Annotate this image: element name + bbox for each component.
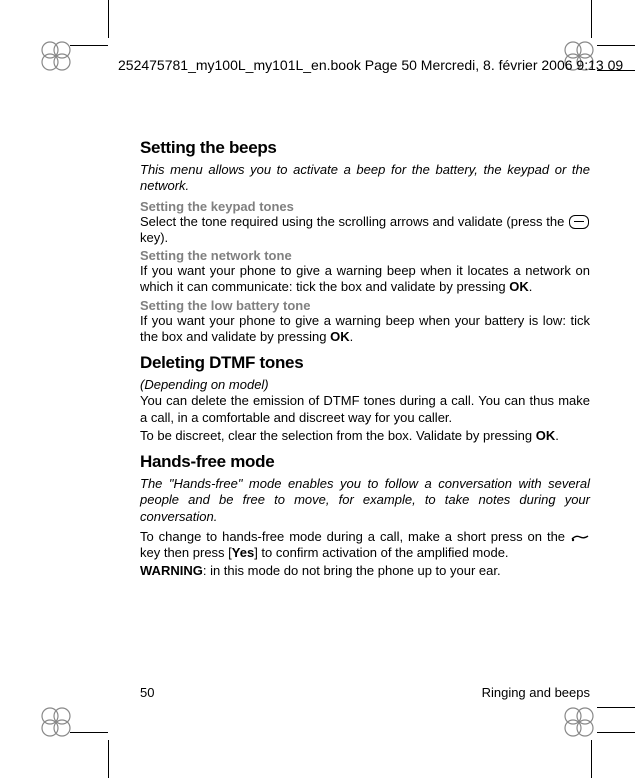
section-title-beeps: Setting the beeps (140, 138, 590, 158)
subhead-low-battery-tone: Setting the low battery tone (140, 298, 590, 313)
ok-label: OK (536, 428, 556, 443)
registration-mark-icon (40, 706, 72, 738)
dtmf-depend: (Depending on model) (140, 377, 590, 393)
page-footer: 50 Ringing and beeps (140, 685, 590, 700)
crop-mark (108, 740, 109, 778)
ok-label: OK (509, 279, 529, 294)
section-title-handsfree: Hands-free mode (140, 452, 590, 472)
section-title-dtmf: Deleting DTMF tones (140, 353, 590, 373)
text: ] to confirm activation of the amplified… (254, 545, 508, 560)
crop-mark (597, 732, 635, 733)
handsfree-intro: The "Hands-free" mode enables you to fol… (140, 476, 590, 525)
handsfree-warning: WARNING: in this mode do not bring the p… (140, 563, 590, 579)
crop-mark (70, 45, 108, 46)
page-content: Setting the beeps This menu allows you t… (140, 130, 590, 700)
ok-key-icon (569, 215, 589, 229)
crop-mark (597, 707, 635, 708)
text: key). (140, 230, 168, 245)
crop-mark (591, 0, 592, 38)
chapter-name: Ringing and beeps (482, 685, 590, 700)
crop-mark (70, 732, 108, 733)
call-key-icon (571, 532, 589, 542)
dtmf-body-1: You can delete the emission of DTMF tone… (140, 393, 590, 426)
registration-mark-icon (563, 706, 595, 738)
text: . (529, 279, 533, 294)
crop-mark (108, 0, 109, 38)
text: : in this mode do not bring the phone up… (203, 563, 501, 578)
text: To be discreet, clear the selection from… (140, 428, 536, 443)
subhead-keypad-tones: Setting the keypad tones (140, 199, 590, 214)
text: . (555, 428, 559, 443)
text: key then press [ (140, 545, 232, 560)
handsfree-body: To change to hands-free mode during a ca… (140, 529, 590, 562)
keypad-tones-body: Select the tone required using the scrol… (140, 214, 590, 247)
yes-label: Yes (232, 545, 254, 560)
text: . (350, 329, 354, 344)
warning-label: WARNING (140, 563, 203, 578)
text: If you want your phone to give a warning… (140, 313, 590, 344)
dtmf-body-2: To be discreet, clear the selection from… (140, 428, 590, 444)
text: Select the tone required using the scrol… (140, 214, 568, 229)
text: To change to hands-free mode during a ca… (140, 529, 570, 544)
crop-mark (597, 45, 635, 46)
registration-mark-icon (40, 40, 72, 72)
header-text: 252475781_my100L_my101L_en.book Page 50 … (118, 57, 623, 73)
beeps-intro: This menu allows you to activate a beep … (140, 162, 590, 195)
subhead-network-tone: Setting the network tone (140, 248, 590, 263)
page-number: 50 (140, 685, 154, 700)
low-battery-body: If you want your phone to give a warning… (140, 313, 590, 346)
crop-mark (591, 740, 592, 778)
ok-label: OK (330, 329, 350, 344)
network-tone-body: If you want your phone to give a warning… (140, 263, 590, 296)
page-header: 252475781_my100L_my101L_en.book Page 50 … (108, 55, 615, 75)
